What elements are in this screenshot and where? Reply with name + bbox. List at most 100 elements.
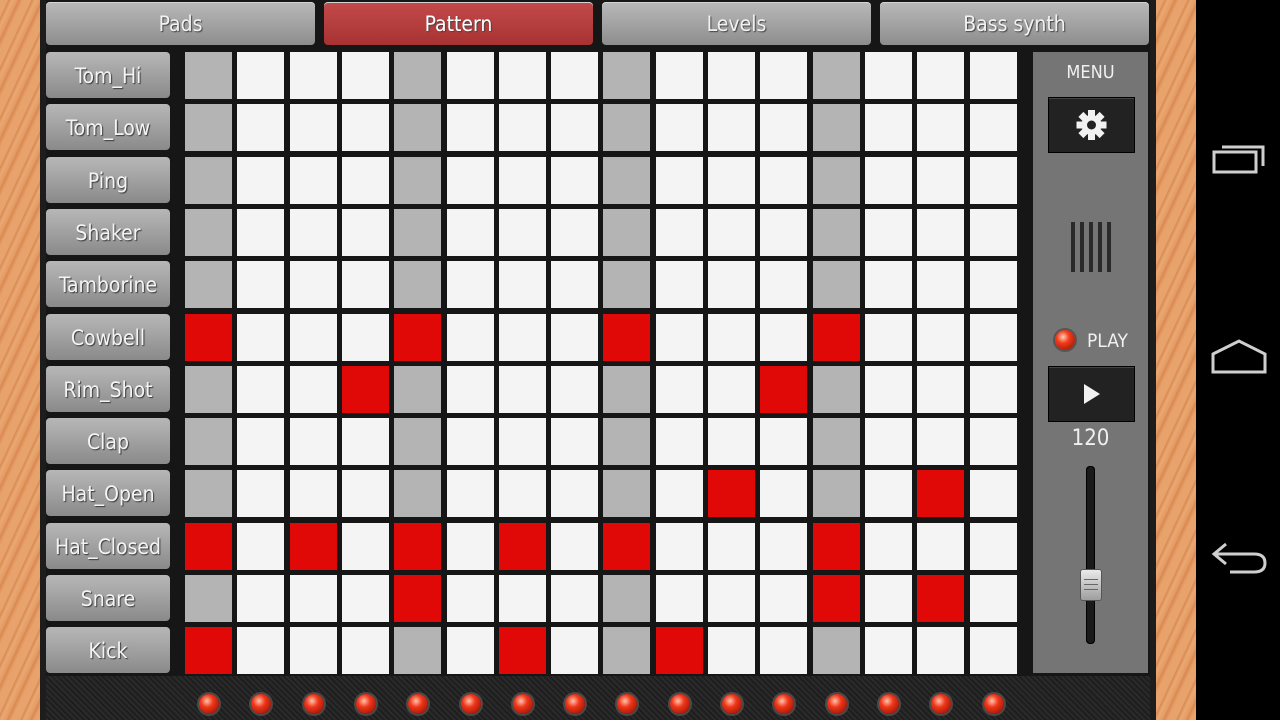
step-cell[interactable] — [237, 261, 285, 309]
step-cell[interactable] — [289, 522, 337, 570]
step-cell[interactable] — [917, 627, 965, 675]
step-cell[interactable] — [446, 208, 494, 256]
step-cell[interactable] — [394, 575, 442, 622]
step-cell[interactable] — [446, 104, 494, 152]
step-cell[interactable] — [551, 104, 599, 152]
step-cell[interactable] — [237, 52, 285, 99]
step-cell[interactable] — [969, 418, 1017, 466]
step-cell[interactable] — [446, 470, 494, 518]
step-cell[interactable] — [760, 575, 808, 622]
step-cell[interactable] — [498, 104, 546, 152]
step-cell[interactable] — [498, 156, 546, 204]
step-cell[interactable] — [864, 627, 912, 675]
step-cell[interactable] — [341, 470, 389, 518]
step-cell[interactable] — [969, 575, 1017, 622]
step-cell[interactable] — [446, 156, 494, 204]
step-cell[interactable] — [237, 365, 285, 413]
back-icon[interactable] — [1210, 536, 1268, 574]
step-cell[interactable] — [864, 156, 912, 204]
step-cell[interactable] — [655, 575, 703, 622]
step-cell[interactable] — [394, 208, 442, 256]
step-cell[interactable] — [708, 261, 755, 309]
step-cell[interactable] — [551, 365, 599, 413]
step-cell[interactable] — [864, 104, 912, 152]
step-cell[interactable] — [708, 156, 755, 204]
step-cell[interactable] — [603, 313, 651, 361]
step-cell[interactable] — [917, 52, 965, 99]
step-cell[interactable] — [655, 418, 703, 466]
instrument-button-shaker[interactable]: Shaker — [46, 208, 170, 255]
step-cell[interactable] — [917, 522, 965, 570]
step-cell[interactable] — [708, 470, 755, 518]
step-cell[interactable] — [289, 208, 337, 256]
step-cell[interactable] — [185, 365, 232, 413]
step-cell[interactable] — [655, 104, 703, 152]
step-cell[interactable] — [760, 627, 808, 675]
instrument-button-tom-hi[interactable]: Tom_Hi — [46, 52, 170, 98]
step-cell[interactable] — [498, 261, 546, 309]
step-cell[interactable] — [551, 52, 599, 99]
step-cell[interactable] — [446, 522, 494, 570]
step-cell[interactable] — [812, 104, 860, 152]
step-cell[interactable] — [289, 470, 337, 518]
step-cell[interactable] — [498, 313, 546, 361]
step-cell[interactable] — [394, 313, 442, 361]
step-cell[interactable] — [498, 208, 546, 256]
tab-bass-synth[interactable]: Bass synth — [880, 2, 1149, 45]
step-cell[interactable] — [603, 104, 651, 152]
step-cell[interactable] — [812, 365, 860, 413]
step-cell[interactable] — [237, 208, 285, 256]
step-cell[interactable] — [655, 156, 703, 204]
step-cell[interactable] — [341, 208, 389, 256]
step-cell[interactable] — [812, 313, 860, 361]
step-cell[interactable] — [185, 208, 232, 256]
step-cell[interactable] — [655, 470, 703, 518]
step-cell[interactable] — [551, 522, 599, 570]
step-cell[interactable] — [551, 261, 599, 309]
step-cell[interactable] — [969, 522, 1017, 570]
step-cell[interactable] — [708, 575, 755, 622]
recent-apps-icon[interactable] — [1210, 140, 1268, 178]
step-cell[interactable] — [289, 104, 337, 152]
step-cell[interactable] — [864, 52, 912, 99]
step-cell[interactable] — [498, 627, 546, 675]
tab-pads[interactable]: Pads — [46, 2, 315, 45]
step-cell[interactable] — [394, 261, 442, 309]
step-cell[interactable] — [603, 208, 651, 256]
step-cell[interactable] — [237, 575, 285, 622]
step-cell[interactable] — [551, 313, 599, 361]
instrument-button-cowbell[interactable]: Cowbell — [46, 313, 170, 360]
step-cell[interactable] — [864, 208, 912, 256]
tab-pattern[interactable]: Pattern — [324, 2, 593, 45]
step-cell[interactable] — [917, 313, 965, 361]
step-cell[interactable] — [394, 365, 442, 413]
step-cell[interactable] — [917, 575, 965, 622]
step-cell[interactable] — [394, 418, 442, 466]
step-cell[interactable] — [237, 418, 285, 466]
step-cell[interactable] — [289, 156, 337, 204]
step-cell[interactable] — [446, 418, 494, 466]
step-cell[interactable] — [446, 313, 494, 361]
step-cell[interactable] — [341, 156, 389, 204]
step-cell[interactable] — [341, 52, 389, 99]
step-cell[interactable] — [289, 313, 337, 361]
step-cell[interactable] — [394, 156, 442, 204]
step-cell[interactable] — [864, 261, 912, 309]
step-cell[interactable] — [969, 52, 1017, 99]
instrument-button-tom-low[interactable]: Tom_Low — [46, 104, 170, 151]
step-cell[interactable] — [760, 52, 808, 99]
step-cell[interactable] — [289, 575, 337, 622]
step-cell[interactable] — [237, 470, 285, 518]
step-cell[interactable] — [394, 522, 442, 570]
step-cell[interactable] — [812, 208, 860, 256]
step-cell[interactable] — [498, 470, 546, 518]
step-cell[interactable] — [708, 522, 755, 570]
step-cell[interactable] — [917, 156, 965, 204]
instrument-button-ping[interactable]: Ping — [46, 156, 170, 203]
step-cell[interactable] — [341, 261, 389, 309]
step-cell[interactable] — [185, 156, 232, 204]
step-cell[interactable] — [185, 418, 232, 466]
step-cell[interactable] — [551, 627, 599, 675]
step-cell[interactable] — [864, 470, 912, 518]
instrument-button-tamborine[interactable]: Tamborine — [46, 261, 170, 308]
